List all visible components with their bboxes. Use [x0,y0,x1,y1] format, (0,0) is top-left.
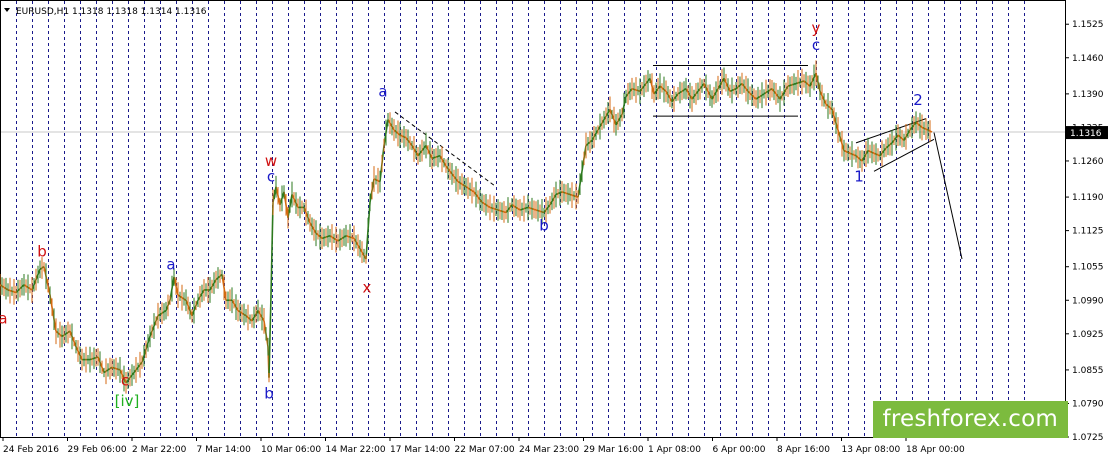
x-tick-label: 24 Feb 2016 [3,445,59,455]
current-price-tag: 1.1316 [1066,126,1108,140]
y-tick-label: 1.0855 [1072,366,1104,376]
y-tick-label: 1.0925 [1072,330,1104,340]
y-tick-label: 1.1525 [1072,20,1104,30]
wave-label: a [166,255,175,273]
x-tick-label: 8 Apr 16:00 [777,445,830,455]
x-tick-label: 6 Apr 00:00 [713,445,766,455]
symbol-header: EURUSD,H1 1.1318 1.1318 1.1314 1.1316 [4,7,207,17]
x-tick-label: 13 Apr 08:00 [842,445,901,455]
x-tick-label: 14 Mar 22:00 [326,445,386,455]
wave-label: c [267,168,275,186]
wave-label: 1 [854,168,864,186]
x-tick-label: 17 Mar 14:00 [390,445,450,455]
wave-label: 2 [913,91,923,109]
wave-label: x [363,279,372,297]
x-tick-label: 2 Mar 22:00 [132,445,187,455]
x-tick-label: 18 Apr 00:00 [906,445,965,455]
x-tick-label: 29 Feb 06:00 [68,445,127,455]
wave-label: y [812,19,821,37]
current-price-value: 1.1316 [1070,129,1102,139]
x-tick-label: 7 Mar 14:00 [197,445,252,455]
x-tick-label: 29 Mar 16:00 [584,445,644,455]
x-tick-label: 24 Mar 23:00 [519,445,579,455]
price-chart: abc[iv]awcbxabyc12 1.15251.14601.13901.1… [0,0,1108,455]
y-tick-label: 1.1055 [1072,263,1104,273]
y-tick-label: 1.1190 [1072,193,1104,203]
y-tick-label: 1.0790 [1072,399,1104,409]
y-tick-label: 1.1260 [1072,157,1104,167]
freshforex-logo: freshforex.com [872,401,1068,438]
x-tick-label: 10 Mar 06:00 [261,445,321,455]
x-tick-label: 22 Mar 07:00 [455,445,515,455]
wave-label: c [812,36,820,54]
symbol-header-text: EURUSD,H1 1.1318 1.1318 1.1314 1.1316 [16,7,207,17]
y-tick-label: 1.1125 [1072,227,1104,237]
x-tick-label: 1 Apr 08:00 [648,445,701,455]
wave-label: a [378,82,387,100]
wave-label: b [264,384,274,402]
wave-label: b [37,242,47,260]
y-tick-label: 1.0990 [1072,296,1104,306]
y-tick-label: 1.1390 [1072,90,1104,100]
wave-label: a [0,309,8,327]
y-tick-label: 1.0725 [1072,433,1104,443]
time-axis: 24 Feb 2016 29 Feb 06:00 2 Mar 22:00 7 Mar … [2,437,965,455]
wave-label: c [121,371,129,389]
y-tick-label: 1.1460 [1072,54,1104,64]
wave-label: [iv] [115,392,140,410]
price-axis: 1.15251.14601.13901.13251.12601.11901.11… [1065,20,1104,443]
wave-label: b [539,217,549,235]
